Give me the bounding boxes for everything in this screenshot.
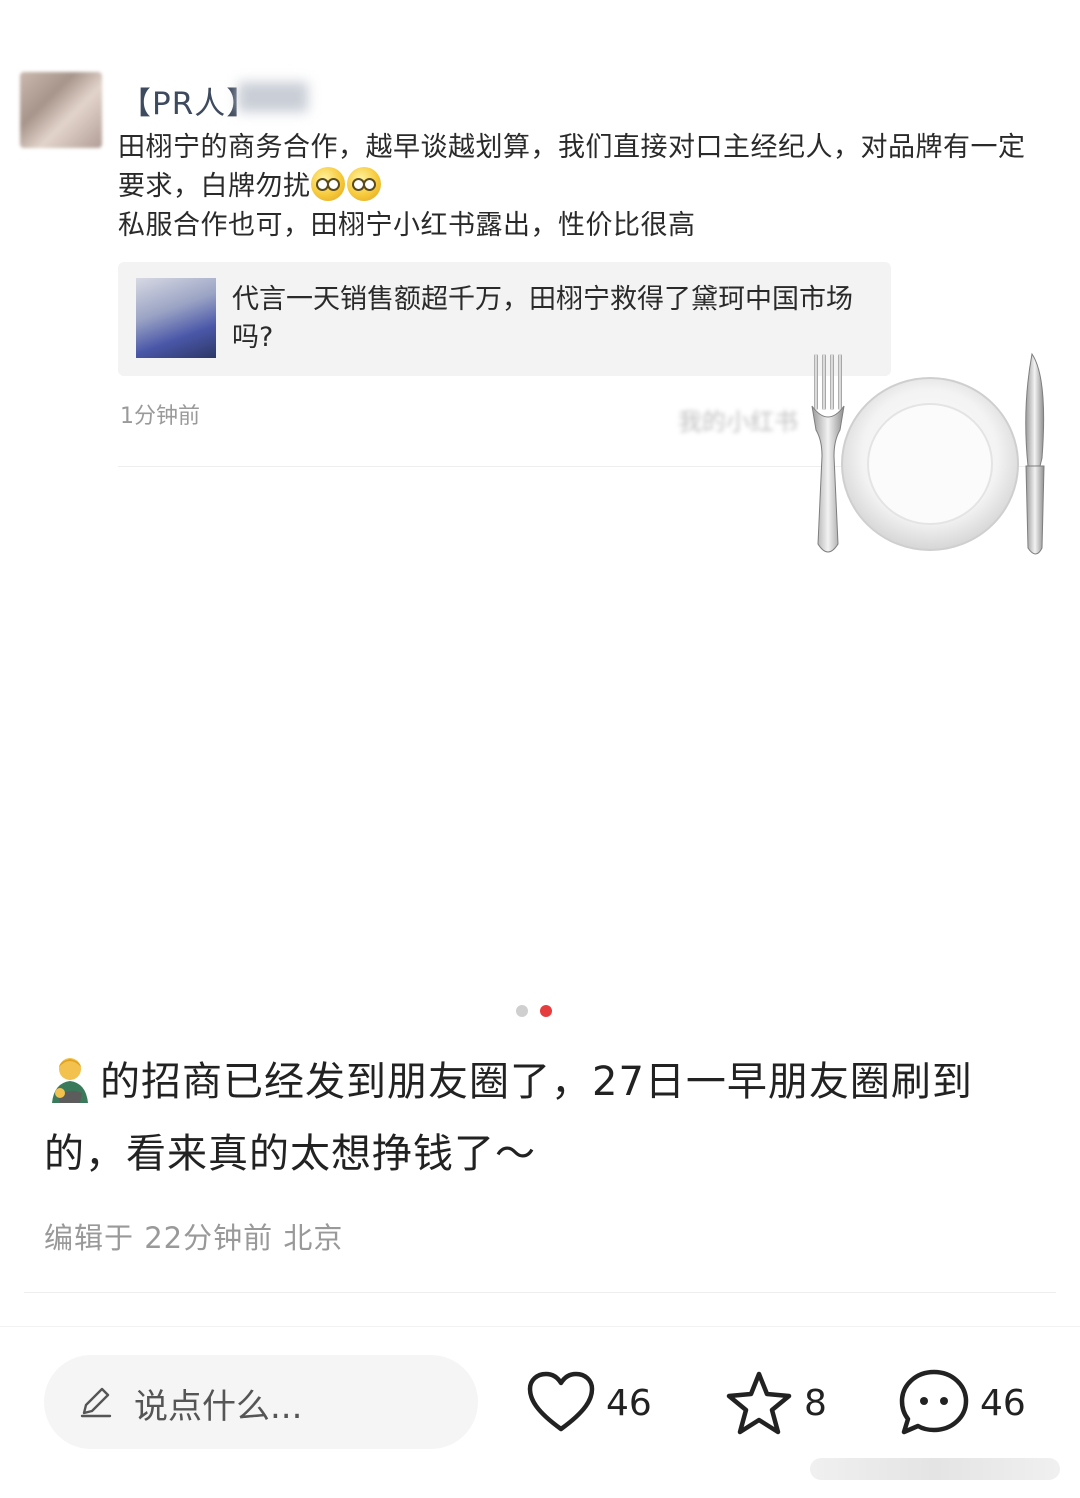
collect-button[interactable]: 8 — [724, 1365, 827, 1441]
comments-button[interactable]: 46 — [898, 1365, 1026, 1441]
like-button[interactable]: 46 — [526, 1365, 652, 1441]
like-count: 46 — [606, 1382, 652, 1424]
avatar[interactable] — [20, 72, 102, 148]
message-line-2: 私服合作也可，田栩宁小红书露出，性价比很高 — [118, 210, 696, 241]
carousel-dot-1[interactable] — [516, 1005, 528, 1017]
home-indicator — [810, 1458, 1060, 1480]
collect-count: 8 — [804, 1382, 827, 1424]
message-body: 田栩宁的商务合作，越早谈越划算，我们直接对口主经纪人，对品牌有一定要求，白牌勿扰… — [118, 128, 1043, 245]
edit-info: 编辑于 22分钟前 北京 — [44, 1221, 344, 1255]
eyes-emoji-icon — [346, 167, 381, 201]
post-caption: 的招商已经发到朋友圈了，27日一早朋友圈刷到的，看来真的太想挣钱了～ — [44, 1046, 1044, 1190]
pencil-icon — [80, 1387, 112, 1418]
comment-placeholder[interactable]: 说点什么... — [134, 1379, 302, 1428]
comment-count: 46 — [980, 1382, 1026, 1424]
plate-cutlery-icon — [811, 352, 1045, 555]
star-icon — [726, 1371, 792, 1435]
divider — [24, 1292, 1056, 1293]
post-source: 我的小红书 — [678, 408, 798, 436]
quoted-text: 代言一天销售额超千万，田栩宁救得了黛珂中国市场吗? — [232, 284, 853, 353]
quoted-thumbnail — [136, 278, 216, 358]
blurred-name — [238, 82, 308, 112]
comment-bubble-icon — [899, 1369, 969, 1435]
divider — [0, 1326, 1080, 1327]
carousel-dot-2-active[interactable] — [540, 1005, 552, 1017]
heart-icon — [527, 1371, 595, 1432]
message-line-1: 田栩宁的商务合作，越早谈越划算，我们直接对口主经纪人，对品牌有一定要求，白牌勿扰 — [118, 132, 1026, 202]
caption-text: 的招商已经发到朋友圈了，27日一早朋友圈刷到的，看来真的太想挣钱了～ — [44, 1059, 973, 1177]
post-time: 1分钟前 — [120, 404, 200, 429]
person-emoji-icon — [52, 1058, 88, 1103]
eyes-emoji-icon — [310, 167, 345, 201]
